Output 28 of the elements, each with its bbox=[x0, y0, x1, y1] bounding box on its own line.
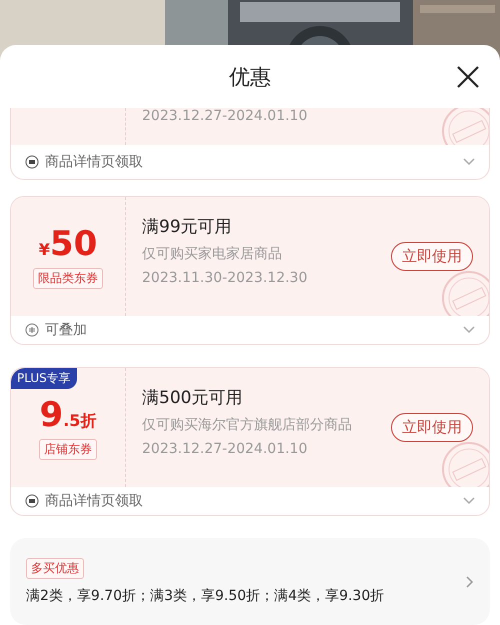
stack-icon bbox=[25, 323, 39, 337]
use-now-button[interactable]: 立即使用 bbox=[391, 242, 473, 271]
multi-buy-text: 满2类，享9.70折；满3类，享9.50折；满4类，享9.30折 bbox=[26, 587, 384, 605]
chevron-right-icon bbox=[466, 576, 474, 588]
coupon-value: 9.5折 bbox=[40, 395, 96, 435]
coupon-scope: 仅可购买海尔官方旗舰店部分商品 bbox=[142, 416, 353, 434]
coupon-value: ¥50 bbox=[38, 224, 98, 264]
coupon-scope: 仅可购买家电家居商品 bbox=[142, 245, 283, 263]
store-icon bbox=[25, 155, 39, 169]
coupon-footer-text: 可叠加 bbox=[45, 321, 88, 339]
coupon-condition: 满99元可用 bbox=[142, 216, 233, 238]
use-now-button[interactable]: 立即使用 bbox=[391, 413, 473, 442]
multi-buy-tag: 多买优惠 bbox=[26, 558, 84, 579]
chevron-down-icon[interactable] bbox=[463, 158, 475, 166]
coupon-type-tag: 限品类东券 bbox=[33, 268, 103, 289]
coupon-type-tag: 店铺东券 bbox=[39, 439, 97, 460]
coupon-condition: 满500元可用 bbox=[142, 387, 244, 409]
chevron-down-icon[interactable] bbox=[463, 326, 475, 334]
sheet-title: 优惠 bbox=[229, 64, 271, 90]
coupon-footer-text: 商品详情页领取 bbox=[45, 492, 144, 510]
multi-buy-card[interactable]: 多买优惠 满2类，享9.70折；满3类，享9.50折；满4类，享9.30折 bbox=[10, 538, 490, 625]
coupon-footer-text: 商品详情页领取 bbox=[45, 153, 144, 171]
store-icon bbox=[25, 494, 39, 508]
coupon-dates: 2023.12.27-2024.01.10 bbox=[142, 108, 308, 124]
plus-badge: PLUS专享 bbox=[11, 368, 77, 389]
coupon-dates: 2023.12.27-2024.01.10 bbox=[142, 441, 308, 457]
chevron-down-icon[interactable] bbox=[463, 497, 475, 505]
coupon-dates: 2023.11.30-2023.12.30 bbox=[142, 270, 308, 286]
